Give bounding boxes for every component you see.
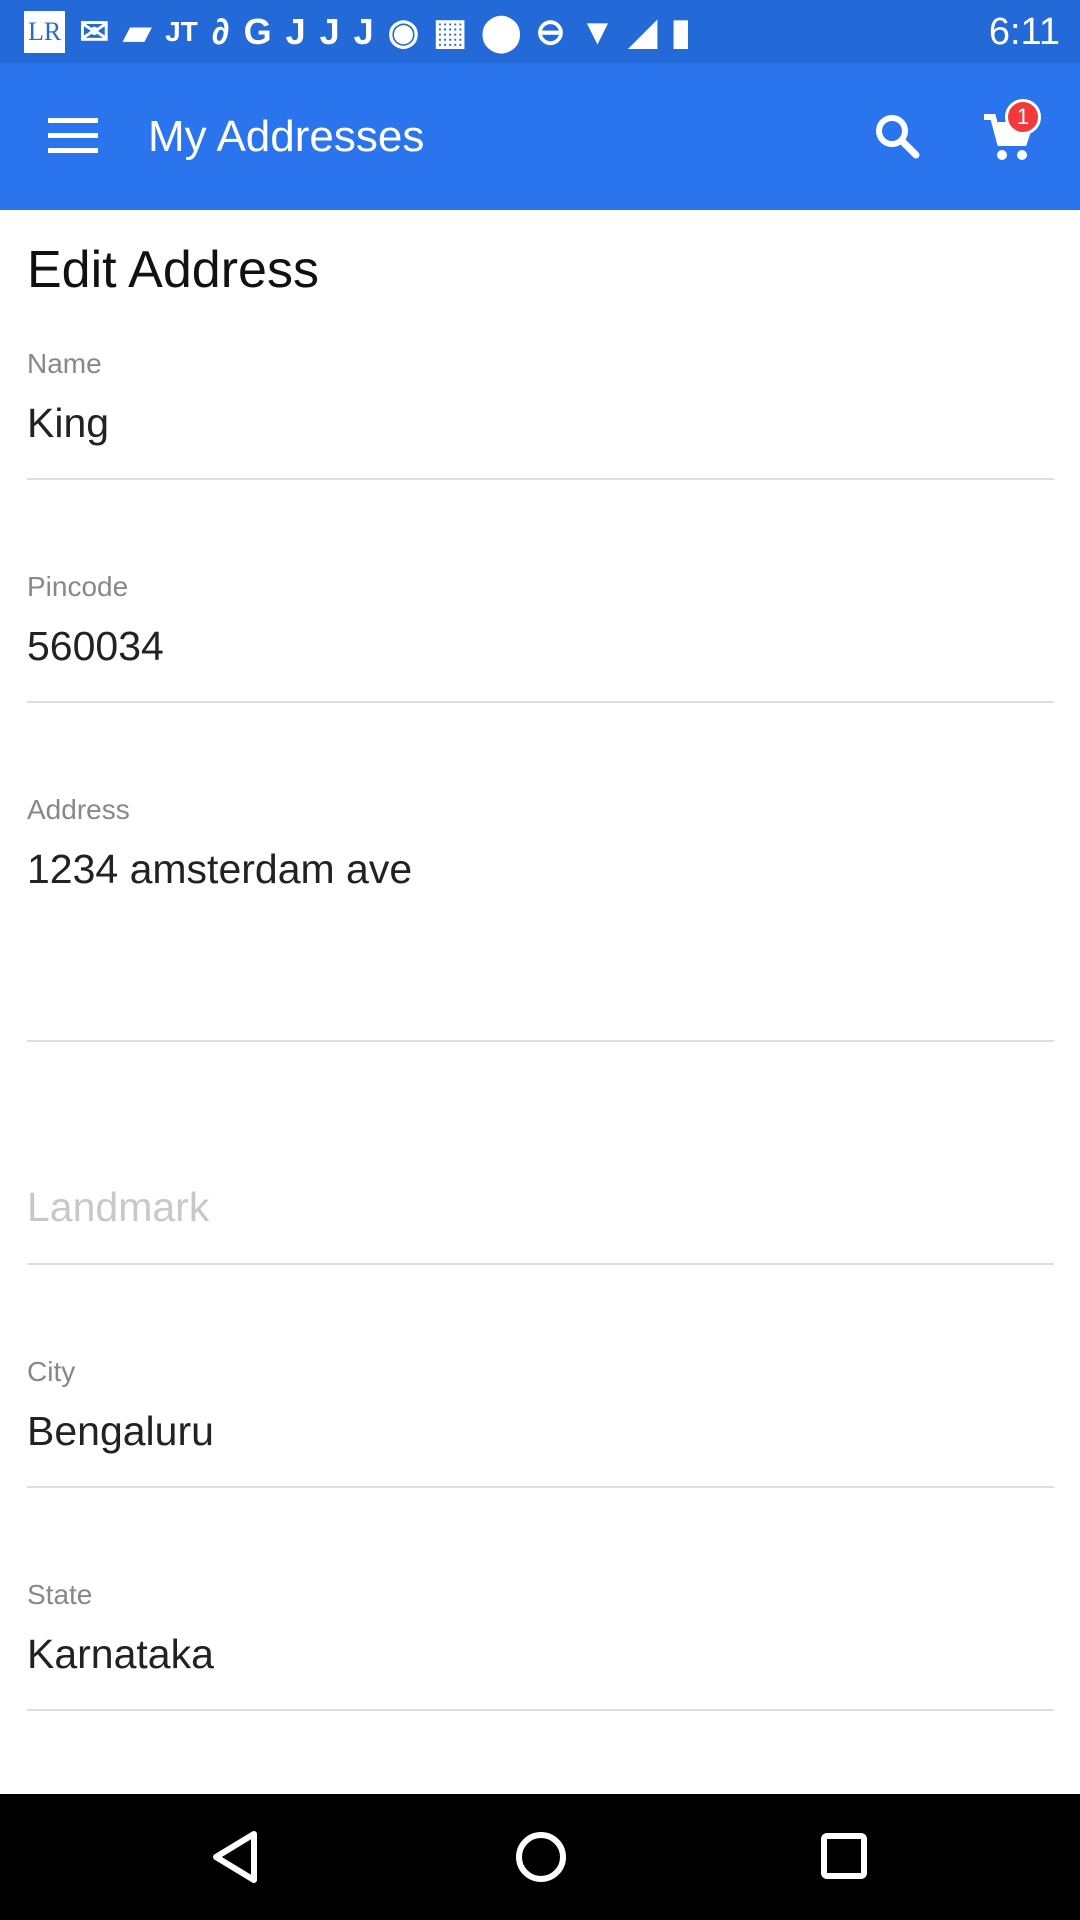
j-icon: J [285,11,306,52]
app-bar: My Addresses 1 [0,63,1080,210]
name-value: King [27,400,110,446]
search-icon[interactable] [872,111,922,161]
state-value: Karnataka [27,1631,214,1677]
gmail-icon: ✉ [79,11,110,52]
target-icon: ◉ [387,11,420,52]
app-title: My Addresses [148,112,425,161]
location-icon: ⬤ [481,11,522,52]
cart-badge: 1 [1005,99,1041,135]
clock: 6:11 [988,11,1060,53]
back-icon[interactable] [210,1830,260,1889]
notification-icons: LR ✉ ▰ JT ∂ G J J J ◉ ▦ ⬤ ⊖ ▼ ◢ ▮ [24,8,691,56]
name-label: Name [27,348,102,379]
dnd-icon: ⊖ [535,11,566,52]
state-field[interactable]: State Karnataka [27,1571,1054,1711]
status-bar: LR ✉ ▰ JT ∂ G J J J ◉ ▦ ⬤ ⊖ ▼ ◢ ▮ 6:11 [0,0,1080,63]
menu-icon[interactable] [48,118,98,154]
jt-icon: JT [165,16,198,47]
city-field[interactable]: City Bengaluru [27,1348,1054,1488]
landmark-placeholder: Landmark [27,1184,210,1230]
city-value: Bengaluru [27,1408,214,1454]
address-label: Address [27,794,130,825]
state-label: State [27,1579,93,1610]
page-title: Edit Address [27,241,319,299]
city-label: City [27,1356,76,1387]
lr-app-icon: LR [24,11,66,53]
recents-icon[interactable] [820,1832,868,1885]
pincode-field[interactable]: Pincode 560034 [27,563,1054,703]
j-icon: J [319,11,340,52]
navigation-bar [0,1794,1080,1920]
signal-icon: ◢ [629,11,657,52]
home-icon[interactable] [514,1830,568,1889]
link-icon: ∂ [211,11,230,52]
pincode-label: Pincode [27,571,129,602]
landmark-field[interactable]: Landmark [27,1124,1054,1265]
pincode-value: 560034 [27,623,164,669]
google-icon: G [243,11,272,52]
address-field[interactable]: Address 1234 amsterdam ave [27,786,1054,1042]
name-field[interactable]: Name King [27,340,1054,480]
address-value: 1234 amsterdam ave [27,846,413,892]
j-icon: J [353,11,374,52]
battery-charging-icon: ▮ [670,11,691,52]
wifi-icon: ▼ [579,11,616,52]
grid-icon: ▦ [433,11,468,52]
tag-icon: ▰ [123,11,152,52]
